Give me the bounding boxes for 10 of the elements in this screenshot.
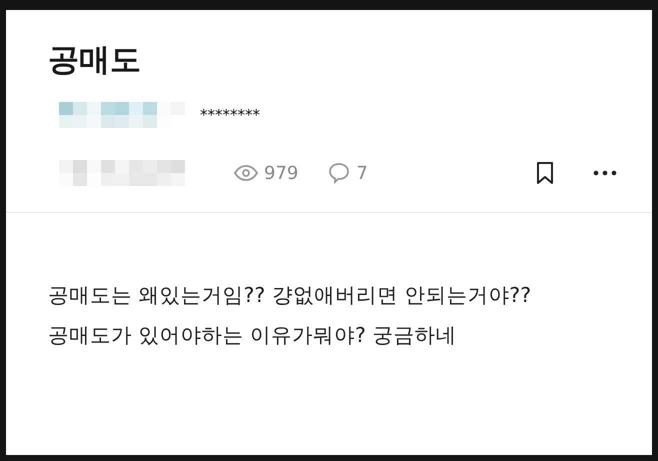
eye-icon	[234, 165, 258, 181]
post-title: 공매도	[48, 41, 142, 80]
author-name: ********	[200, 106, 260, 124]
more-icon	[593, 170, 617, 176]
view-count: 979	[264, 162, 298, 184]
bookmark-icon	[535, 161, 555, 185]
post-text-line: 공매도가 있어야하는 이유가뭐야? 궁금하네	[48, 322, 458, 349]
speech-bubble-icon	[328, 162, 350, 184]
post-text-line: 공매도는 왜있는거임?? 걍없애버리면 안되는거야??	[48, 282, 532, 309]
comment-count: 7	[356, 162, 368, 184]
